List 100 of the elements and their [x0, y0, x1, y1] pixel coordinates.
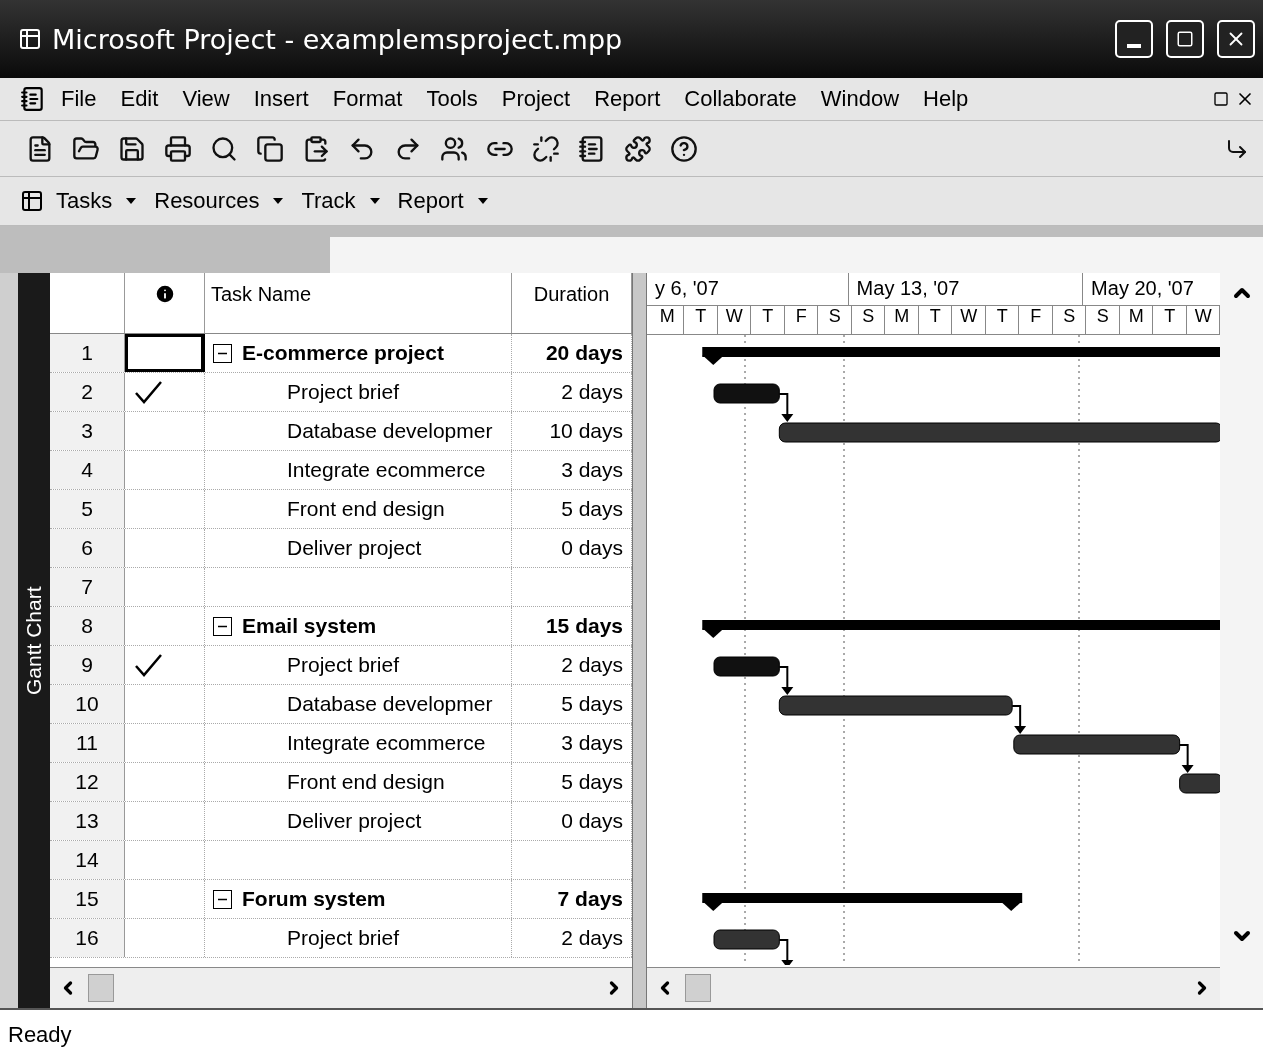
collapse-icon[interactable] [213, 889, 232, 909]
menu-item[interactable]: Window [811, 84, 909, 114]
row-number[interactable]: 13 [50, 802, 125, 840]
task-bar[interactable] [713, 383, 780, 404]
collapse-icon[interactable] [213, 343, 232, 363]
row-number[interactable]: 7 [50, 568, 125, 606]
row-number[interactable]: 5 [50, 490, 125, 528]
day-label: S [818, 306, 852, 334]
view-menu-button[interactable]: Track [295, 186, 386, 216]
task-row[interactable]: 6 Deliver project 0 days [50, 529, 632, 568]
task-row[interactable]: 9 Project brief 2 days [50, 646, 632, 685]
vertical-scrollbar[interactable] [1220, 273, 1263, 1008]
minimize-button[interactable] [1115, 20, 1153, 58]
day-label: T [1153, 306, 1187, 334]
duration-text: 5 days [561, 770, 623, 794]
view-menu-button[interactable]: Report [391, 186, 494, 216]
splitter-bar[interactable] [632, 273, 647, 1008]
close-button[interactable] [1217, 20, 1255, 58]
row-number[interactable]: 6 [50, 529, 125, 567]
task-bar[interactable] [1179, 773, 1221, 794]
row-number[interactable]: 11 [50, 724, 125, 762]
menu-item[interactable]: Project [492, 84, 580, 114]
task-row[interactable]: 11 Integrate ecommerce 3 days [50, 724, 632, 763]
menu-item[interactable]: Report [585, 84, 670, 114]
duration-text: 0 days [561, 536, 623, 560]
task-row[interactable]: 1 E-commerce project 20 days [50, 334, 632, 373]
task-name: Email system [242, 614, 377, 638]
task-row[interactable]: 4 Integrate ecommerce 3 days [50, 451, 632, 490]
task-name: Deliver project [287, 809, 422, 833]
menu-item[interactable]: Format [323, 84, 412, 114]
task-row[interactable]: 14 [50, 841, 632, 880]
horizontal-scrollbar[interactable] [50, 967, 632, 1008]
day-label: W [717, 306, 752, 334]
day-label: M [650, 306, 685, 334]
menu-item[interactable]: Insert [244, 84, 318, 114]
task-name: Integrate ecommerce [287, 458, 486, 482]
task-row[interactable]: 5 Front end design 5 days [50, 490, 632, 529]
task-name: Front end design [287, 497, 445, 521]
duration-text: 0 days [561, 809, 623, 833]
restore-icon[interactable] [1213, 91, 1229, 107]
task-row[interactable]: 2 Project brief 2 days [50, 373, 632, 412]
collapse-icon[interactable] [213, 616, 232, 636]
row-number[interactable]: 15 [50, 880, 125, 918]
task-row[interactable]: 7 [50, 568, 632, 607]
menu-item[interactable]: View [173, 84, 239, 114]
row-number[interactable]: 12 [50, 763, 125, 801]
entry-field[interactable] [330, 237, 1263, 273]
duration-text: 5 days [561, 692, 623, 716]
scroll-thumb[interactable] [88, 974, 114, 1002]
duration-text: 20 days [545, 341, 623, 365]
maximize-button[interactable] [1166, 20, 1204, 58]
task-row[interactable]: 8 Email system 15 days [50, 607, 632, 646]
summary-bar[interactable] [702, 620, 1221, 638]
duration-text: 3 days [561, 458, 623, 482]
row-number[interactable]: 16 [50, 919, 125, 957]
task-bar[interactable] [713, 929, 780, 950]
menu-item[interactable]: Help [914, 84, 978, 114]
menu-item[interactable]: File [52, 84, 106, 114]
row-number[interactable]: 9 [50, 646, 125, 684]
link-arrow [778, 666, 794, 695]
task-row[interactable]: 12 Front end design 5 days [50, 763, 632, 802]
duration-text: 5 days [561, 497, 623, 521]
task-bar[interactable] [713, 656, 780, 677]
view-menu-button[interactable]: Resources [148, 186, 290, 216]
task-row[interactable]: 16 Project brief 2 days [50, 919, 632, 958]
task-name: Integrate ecommerce [287, 731, 486, 755]
task-row[interactable]: 3 Database developmer 10 days [50, 412, 632, 451]
indicator-cell[interactable] [125, 334, 205, 372]
link-arrow [1178, 744, 1194, 773]
summary-bar[interactable] [702, 347, 1221, 365]
task-row[interactable]: 10 Database developmer 5 days [50, 685, 632, 724]
row-number[interactable]: 8 [50, 607, 125, 645]
window-title: Microsoft Project - examplemsproject.mpp [52, 23, 624, 55]
row-number[interactable]: 1 [50, 334, 125, 372]
day-label: S [1052, 306, 1087, 334]
duration-text: 7 days [557, 887, 623, 911]
row-number[interactable]: 10 [50, 685, 125, 723]
menu-item[interactable]: Tools [417, 84, 487, 114]
view-menu-button[interactable]: Tasks [50, 186, 143, 216]
row-number[interactable]: 2 [50, 373, 125, 411]
task-bar[interactable] [1013, 734, 1181, 755]
link-arrow [1011, 705, 1027, 734]
app-icon [18, 27, 42, 51]
view-icon[interactable] [20, 189, 44, 213]
status-text: Ready [0, 1008, 1263, 1059]
scroll-thumb[interactable] [684, 974, 711, 1002]
row-number[interactable]: 4 [50, 451, 125, 489]
horizontal-scrollbar[interactable] [646, 967, 1221, 1008]
day-label: M [885, 306, 919, 334]
duration-text: 2 days [561, 653, 623, 677]
row-number[interactable]: 14 [50, 841, 125, 879]
task-row[interactable]: 13 Deliver project 0 days [50, 802, 632, 841]
summary-bar[interactable] [702, 893, 1023, 911]
minimize-icon [1127, 44, 1141, 48]
menu-item[interactable]: Collaborate [675, 84, 806, 114]
task-row[interactable]: 15 Forum system 7 days [50, 880, 632, 919]
row-number[interactable]: 3 [50, 412, 125, 450]
task-name: Front end design [287, 770, 445, 794]
task-name: Project brief [287, 926, 400, 950]
menu-item[interactable]: Edit [111, 84, 168, 114]
